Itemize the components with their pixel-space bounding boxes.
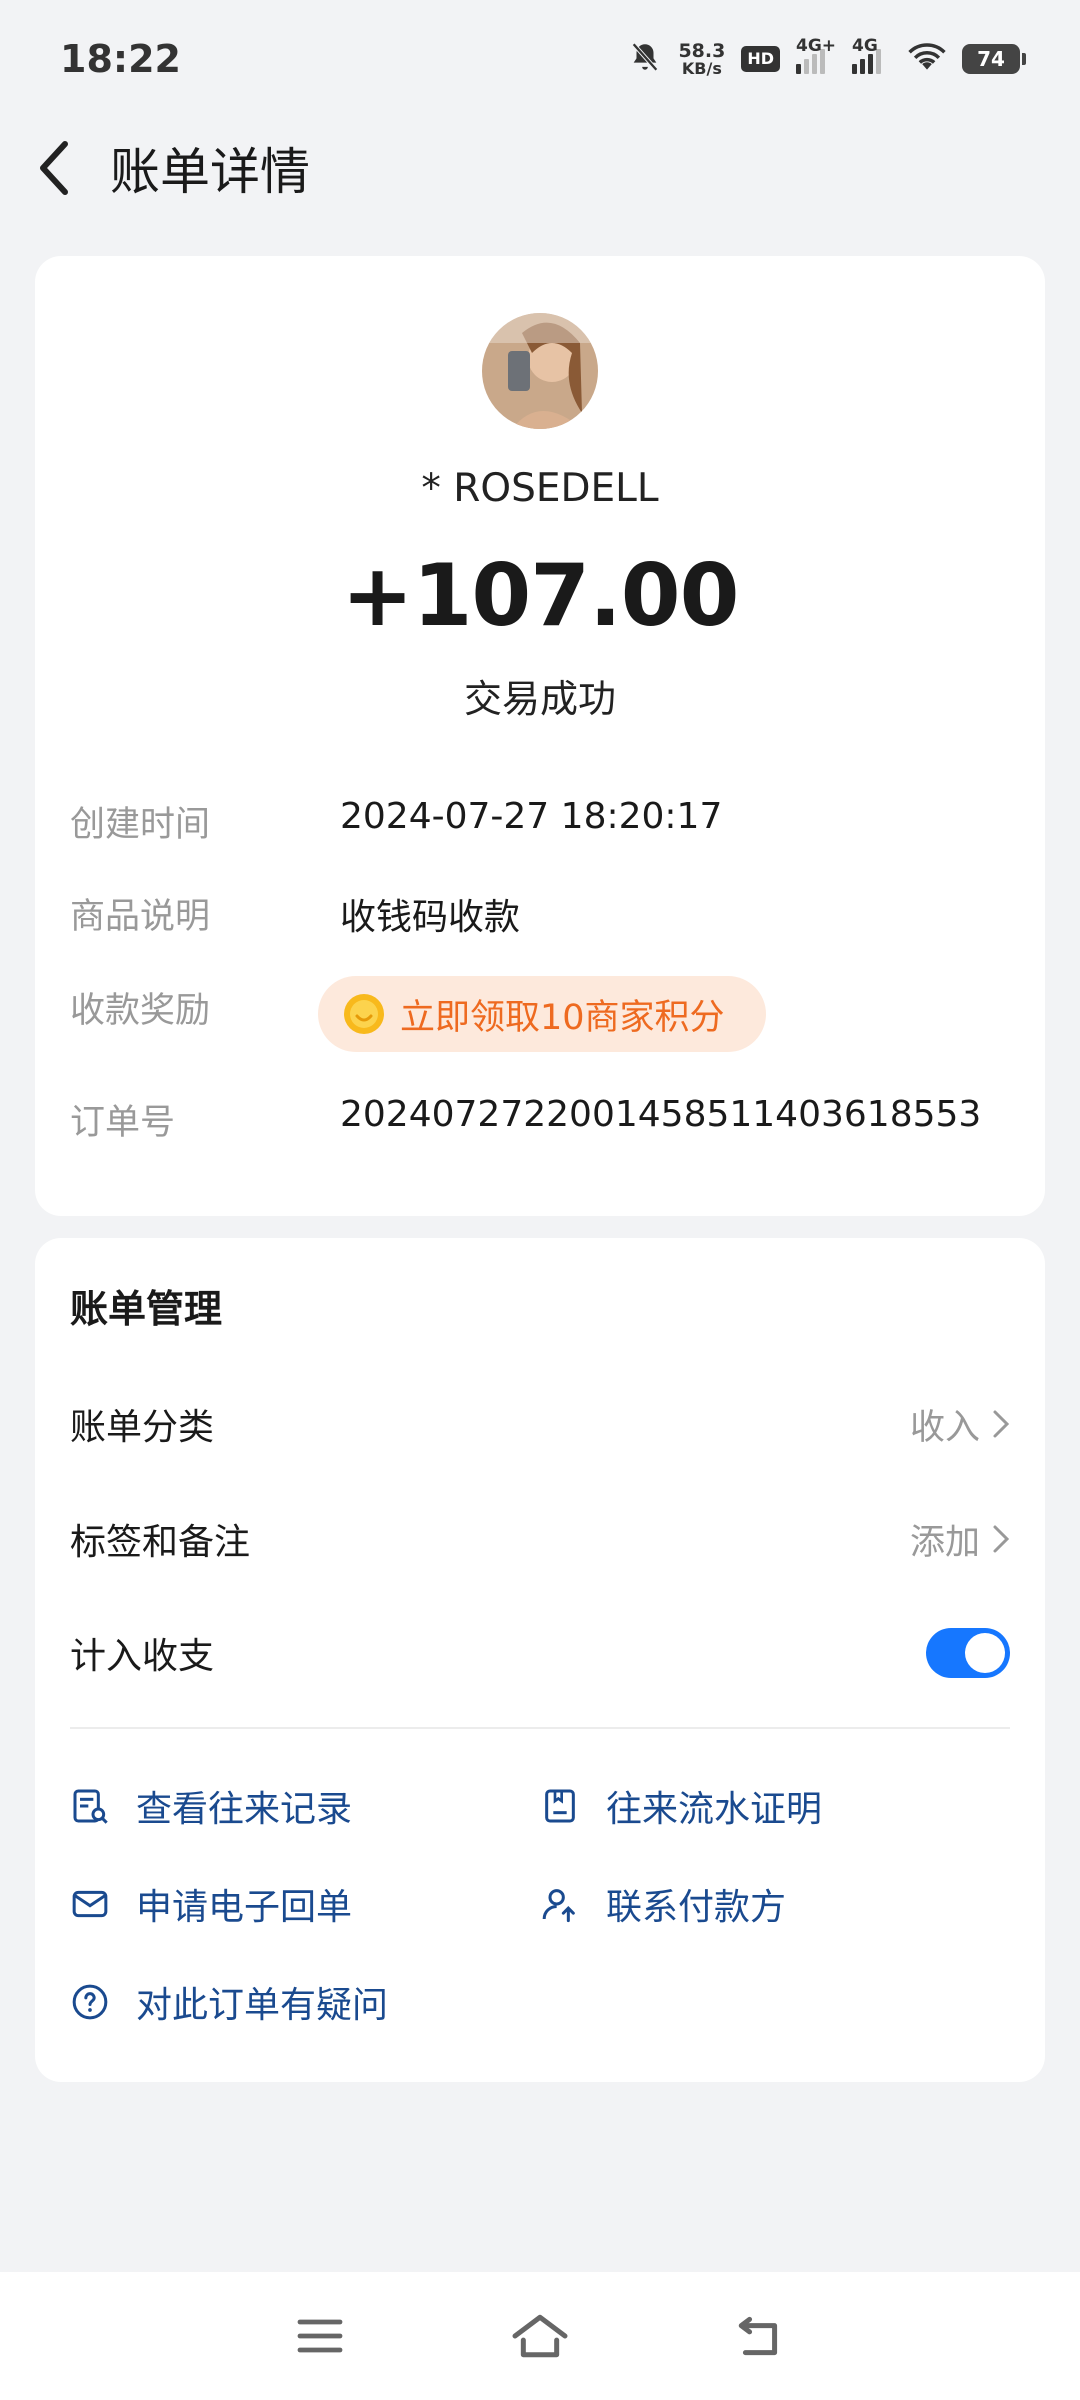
question-circle-icon [72, 1984, 108, 2020]
header: 账单详情 [0, 118, 1080, 218]
bill-category-value: 收入 [910, 1399, 1010, 1450]
avatar[interactable] [482, 313, 598, 429]
status-icons: 58.3 KB/s HD 4G+ 4G 74 [628, 36, 1026, 78]
network-speed: 58.3 KB/s [678, 39, 726, 78]
chevron-left-icon [40, 141, 68, 195]
tags-notes-value: 添加 [910, 1514, 1010, 1565]
include-in-budget-label: 计入收支 [70, 1636, 215, 1677]
page-title: 账单详情 [110, 143, 310, 201]
transaction-card: * ROSEDELL +107.00 交易成功 创建时间 2024-07-27 … [35, 256, 1045, 1216]
contact-person-icon [542, 1889, 575, 1923]
signal-icon-sim1: 4G+ [796, 36, 836, 74]
order-number-label: 订单号 [70, 1103, 176, 1143]
status-time: 18:22 [60, 37, 181, 81]
status-bar: 18:22 58.3 KB/s HD 4G+ 4G 74 [0, 0, 1080, 118]
envelope-icon [72, 1890, 108, 1918]
include-in-budget-row: 计入收支 [70, 1618, 1010, 1688]
transaction-amount: +107.00 [341, 546, 740, 646]
bill-category-label: 账单分类 [70, 1407, 215, 1448]
reward-claim-button[interactable]: 立即领取10商家积分 [318, 976, 766, 1052]
bill-category-row[interactable]: 账单分类 收入 [70, 1389, 1010, 1459]
home-icon [512, 2314, 568, 2358]
reward-label: 收款奖励 [70, 991, 211, 1031]
back-button[interactable] [0, 118, 110, 218]
back-icon [738, 2316, 778, 2356]
signal-icon-sim2: 4G [852, 36, 892, 74]
wifi-icon [908, 42, 946, 76]
transaction-status: 交易成功 [463, 677, 616, 721]
view-records-link[interactable]: 查看往来记录 [70, 1776, 352, 1836]
battery-icon: 74 [962, 44, 1026, 74]
record-search-icon [73, 1789, 108, 1824]
created-time-value: 2024-07-27 18:20:17 [340, 796, 723, 837]
tags-notes-label: 标签和备注 [70, 1522, 251, 1563]
menu-icon [297, 2319, 343, 2353]
navigation-bar [0, 2272, 1080, 2400]
home-button[interactable] [500, 2296, 580, 2376]
contact-payer-link[interactable]: 联系付款方 [540, 1874, 786, 1934]
chevron-right-icon [993, 1410, 1010, 1438]
page: { "status_bar": { "time": "18:22", "spee… [0, 0, 1080, 2400]
coin-icon [344, 994, 384, 1034]
divider [70, 1727, 1010, 1729]
document-icon [545, 1789, 575, 1823]
include-in-budget-toggle[interactable] [926, 1628, 1010, 1678]
tags-notes-row[interactable]: 标签和备注 添加 [70, 1504, 1010, 1574]
product-desc-value: 收钱码收款 [340, 897, 521, 938]
hd-badge: HD [741, 46, 780, 72]
menu-button[interactable] [280, 2296, 360, 2376]
payer-name: * ROSEDELL [421, 466, 659, 511]
mute-bell-icon [628, 40, 662, 78]
order-number-value: 2024072722001458511403618553 [340, 1094, 982, 1135]
order-question-link[interactable]: 对此订单有疑问 [70, 1972, 388, 2032]
product-desc-label: 商品说明 [70, 897, 211, 937]
system-back-button[interactable] [720, 2296, 800, 2376]
reward-text: 立即领取10商家积分 [400, 997, 725, 1038]
bill-management-card: 账单管理 账单分类 收入 标签和备注 添加 计入收支 查看往来记录 往来流水证明… [35, 1238, 1045, 2082]
e-receipt-link[interactable]: 申请电子回单 [70, 1874, 352, 1934]
transaction-proof-link[interactable]: 往来流水证明 [540, 1776, 822, 1836]
section-title: 账单管理 [70, 1287, 223, 1331]
chevron-right-icon [993, 1525, 1010, 1553]
created-time-label: 创建时间 [70, 805, 211, 845]
